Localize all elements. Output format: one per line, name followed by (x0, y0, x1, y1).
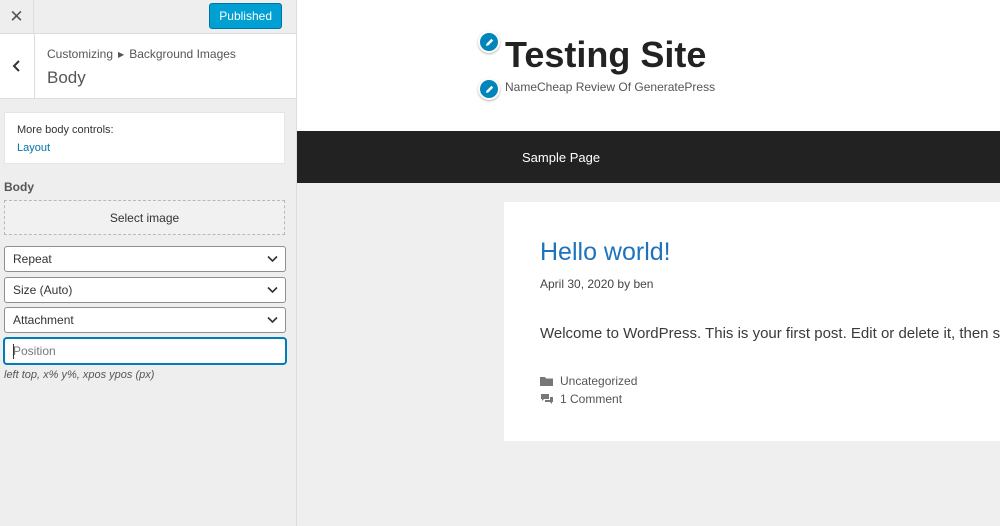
post-comments[interactable]: 1 Comment (560, 392, 622, 406)
customizer-sidebar: ✕ Published Customizing ▶ Background Image… (0, 0, 297, 526)
breadcrumb-section: Background Images (129, 47, 236, 61)
nav-item-sample-page[interactable]: Sample Page (522, 150, 600, 165)
site-title[interactable]: Testing Site (505, 34, 706, 76)
select-image-button[interactable]: Select image (4, 200, 285, 235)
attachment-select-value: Attachment (13, 313, 74, 327)
position-placeholder: Position (13, 344, 56, 358)
folder-icon (540, 377, 553, 386)
size-select[interactable]: Size (Auto) (4, 277, 286, 303)
layout-link[interactable]: Layout (17, 142, 50, 154)
customizer-topbar: ✕ Published (0, 0, 296, 34)
back-button[interactable] (0, 34, 35, 98)
post-footer: Uncategorized 1 Comment (540, 372, 637, 408)
pencil-icon (485, 38, 493, 46)
site-header: Testing Site NameCheap Review Of Generat… (297, 0, 1000, 131)
more-controls-box: More body controls: Layout (4, 112, 285, 164)
post-by: by (617, 277, 631, 291)
site-preview: Testing Site NameCheap Review Of Generat… (297, 0, 1000, 526)
size-select-value: Size (Auto) (13, 283, 73, 297)
edit-title-shortcut[interactable] (478, 31, 500, 53)
chevron-down-icon (267, 255, 278, 263)
post-content: Welcome to WordPress. This is your first… (540, 325, 1000, 342)
body-field-label: Body (4, 180, 34, 194)
publish-button[interactable]: Published (209, 3, 282, 29)
primary-nav: Sample Page (297, 131, 1000, 183)
pencil-icon (485, 85, 493, 93)
breadcrumb: Customizing ▶ Background Images (47, 47, 236, 61)
breadcrumb-root: Customizing (47, 47, 114, 61)
position-hint: left top, x% y%, xpos ypos (px) (4, 369, 155, 381)
chevron-left-icon (12, 60, 20, 72)
post-category[interactable]: Uncategorized (560, 374, 637, 388)
close-icon: ✕ (9, 6, 24, 26)
attachment-select[interactable]: Attachment (4, 307, 286, 333)
post-title[interactable]: Hello world! (540, 238, 671, 267)
breadcrumb-arrow-icon: ▶ (118, 50, 125, 59)
text-caret (13, 344, 14, 359)
section-title: Body (47, 68, 86, 87)
chevron-down-icon (267, 286, 278, 294)
close-customizer-button[interactable]: ✕ (0, 0, 34, 33)
site-tagline: NameCheap Review Of GeneratePress (505, 80, 716, 94)
repeat-select[interactable]: Repeat (4, 246, 286, 272)
position-input[interactable]: Position (4, 338, 286, 364)
section-header: Customizing ▶ Background Images Body (0, 34, 296, 99)
post-article: Hello world! April 30, 2020 by ben Welco… (504, 202, 1000, 441)
post-date[interactable]: April 30, 2020 (540, 277, 614, 291)
post-author[interactable]: ben (633, 277, 653, 291)
comments-icon (541, 394, 553, 404)
chevron-down-icon (267, 316, 278, 324)
post-meta: April 30, 2020 by ben (540, 277, 653, 291)
more-controls-label: More body controls: (17, 124, 114, 136)
repeat-select-value: Repeat (13, 252, 52, 266)
edit-tagline-shortcut[interactable] (478, 78, 500, 100)
